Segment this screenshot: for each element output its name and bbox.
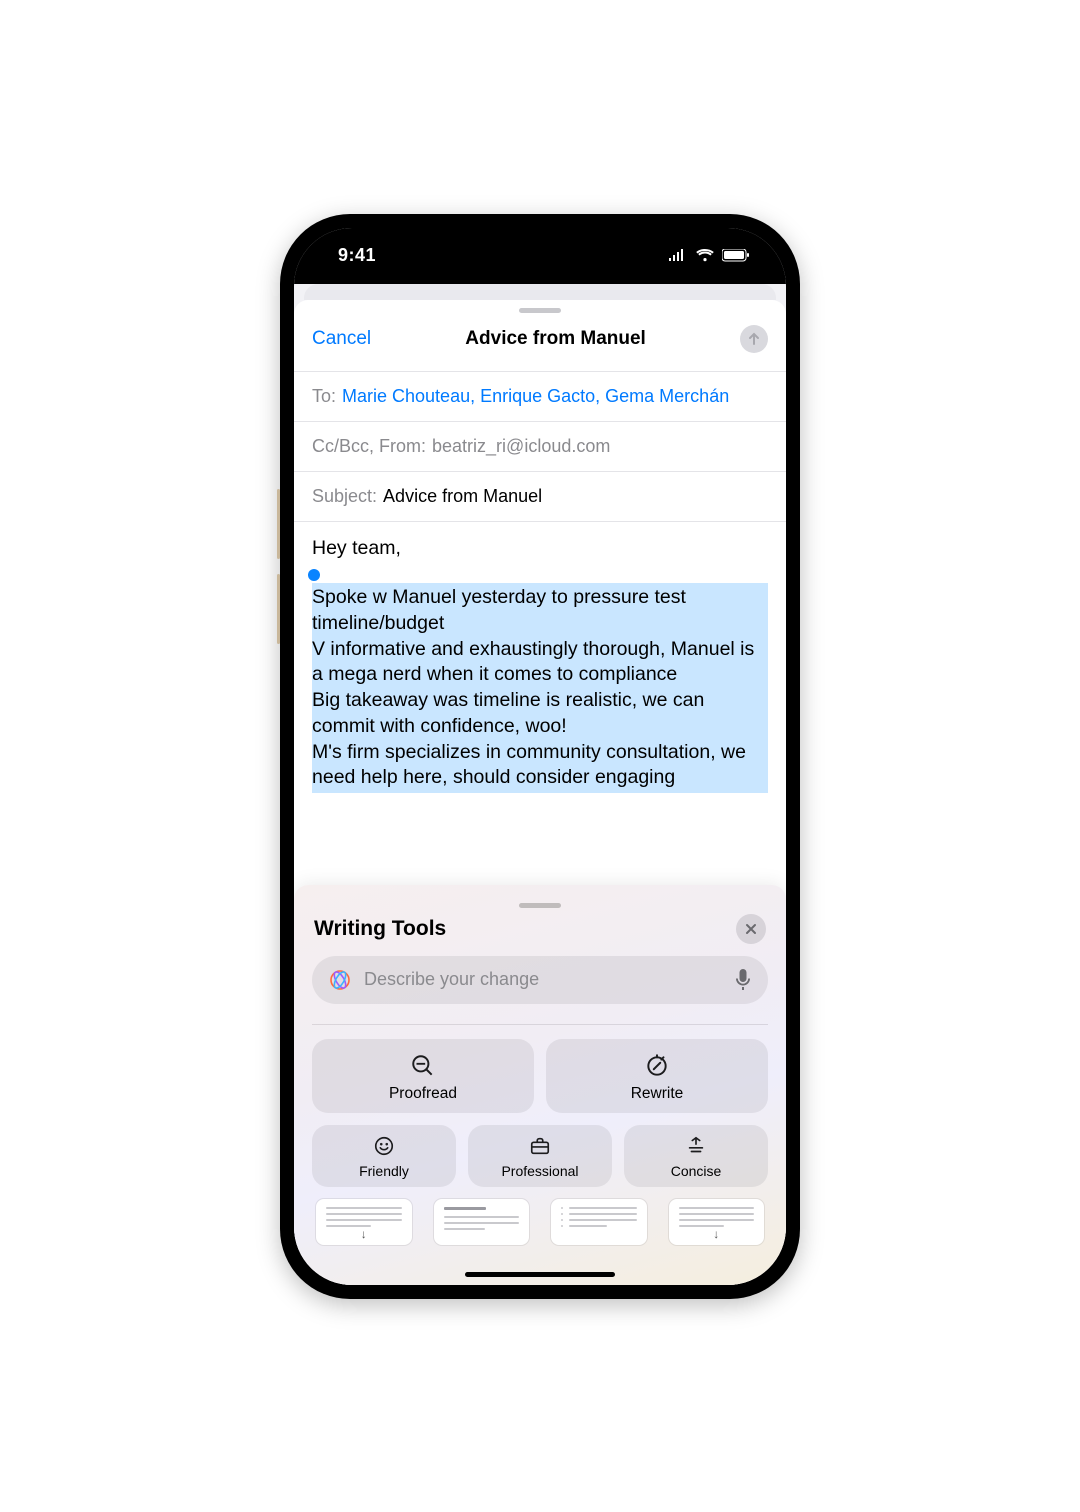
subject-label: Subject:	[312, 486, 377, 507]
describe-placeholder: Describe your change	[364, 969, 722, 990]
concise-label: Concise	[671, 1163, 722, 1179]
template-table-button[interactable]: ↓	[669, 1199, 765, 1245]
home-indicator[interactable]	[465, 1272, 615, 1277]
rewrite-button[interactable]: Rewrite	[546, 1039, 768, 1113]
subject-field[interactable]: Subject: Advice from Manuel	[294, 472, 786, 522]
cancel-button[interactable]: Cancel	[312, 328, 371, 350]
phone-frame: 9:41 Cancel Advice from Manuel To: Mari	[280, 214, 800, 1299]
to-label: To:	[312, 386, 336, 407]
smile-icon	[373, 1135, 395, 1157]
page-title: Advice from Manuel	[371, 328, 740, 350]
writing-tools-title: Writing Tools	[314, 917, 446, 941]
send-button[interactable]	[740, 325, 768, 353]
magnifier-icon	[410, 1053, 436, 1079]
writing-tools-grabber[interactable]	[519, 903, 561, 908]
arrow-down-icon: ↓	[713, 1227, 719, 1241]
friendly-button[interactable]: Friendly	[312, 1125, 456, 1187]
cc-label: Cc/Bcc, From:	[312, 436, 426, 457]
proofread-label: Proofread	[389, 1085, 457, 1103]
concise-button[interactable]: Concise	[624, 1125, 768, 1187]
selected-text[interactable]: Spoke w Manuel yesterday to pressure tes…	[312, 583, 768, 793]
arrow-down-icon: ↓	[361, 1227, 367, 1241]
header-fields: To: Marie Chouteau, Enrique Gacto, Gema …	[294, 371, 786, 522]
proofread-button[interactable]: Proofread	[312, 1039, 534, 1113]
cellular-icon	[668, 249, 688, 262]
wifi-icon	[696, 249, 714, 262]
separator	[312, 1024, 768, 1025]
concise-icon	[685, 1135, 707, 1157]
to-recipients[interactable]: Marie Chouteau, Enrique Gacto, Gema Merc…	[342, 386, 729, 407]
professional-button[interactable]: Professional	[468, 1125, 612, 1187]
microphone-icon[interactable]	[734, 969, 752, 991]
screen: 9:41 Cancel Advice from Manuel To: Mari	[294, 228, 786, 1285]
template-keypoints-button[interactable]	[434, 1199, 530, 1245]
sheet-grabber[interactable]	[519, 308, 561, 313]
rewrite-icon	[644, 1053, 670, 1079]
background-sheet	[304, 284, 776, 300]
cc-from-field[interactable]: Cc/Bcc, From: beatriz_ri@icloud.com	[294, 422, 786, 472]
apple-intelligence-icon	[328, 968, 352, 992]
nav-bar: Cancel Advice from Manuel	[294, 319, 786, 371]
battery-icon	[722, 249, 750, 262]
template-summary-button[interactable]: ↓	[316, 1199, 412, 1245]
friendly-label: Friendly	[359, 1163, 409, 1179]
to-field[interactable]: To: Marie Chouteau, Enrique Gacto, Gema …	[294, 372, 786, 422]
describe-change-input[interactable]: Describe your change	[312, 956, 768, 1004]
from-value: beatriz_ri@icloud.com	[432, 436, 610, 457]
dynamic-island	[470, 244, 610, 280]
arrow-up-icon	[746, 331, 762, 347]
professional-label: Professional	[501, 1163, 578, 1179]
selection-handle-start-icon[interactable]	[308, 569, 320, 581]
template-row: ↓ ↓	[312, 1199, 768, 1245]
rewrite-label: Rewrite	[631, 1085, 684, 1103]
subject-value: Advice from Manuel	[383, 486, 542, 507]
status-time: 9:41	[338, 245, 376, 266]
body-greeting: Hey team,	[312, 536, 768, 562]
writing-tools-sheet: Writing Tools Describe your change	[294, 885, 786, 1285]
briefcase-icon	[529, 1135, 551, 1157]
template-list-button[interactable]	[551, 1199, 647, 1245]
close-button[interactable]	[736, 914, 766, 944]
compose-sheet: Cancel Advice from Manuel To: Marie Chou…	[294, 300, 786, 1285]
close-icon	[745, 923, 757, 935]
body-text: Spoke w Manuel yesterday to pressure tes…	[312, 586, 754, 788]
